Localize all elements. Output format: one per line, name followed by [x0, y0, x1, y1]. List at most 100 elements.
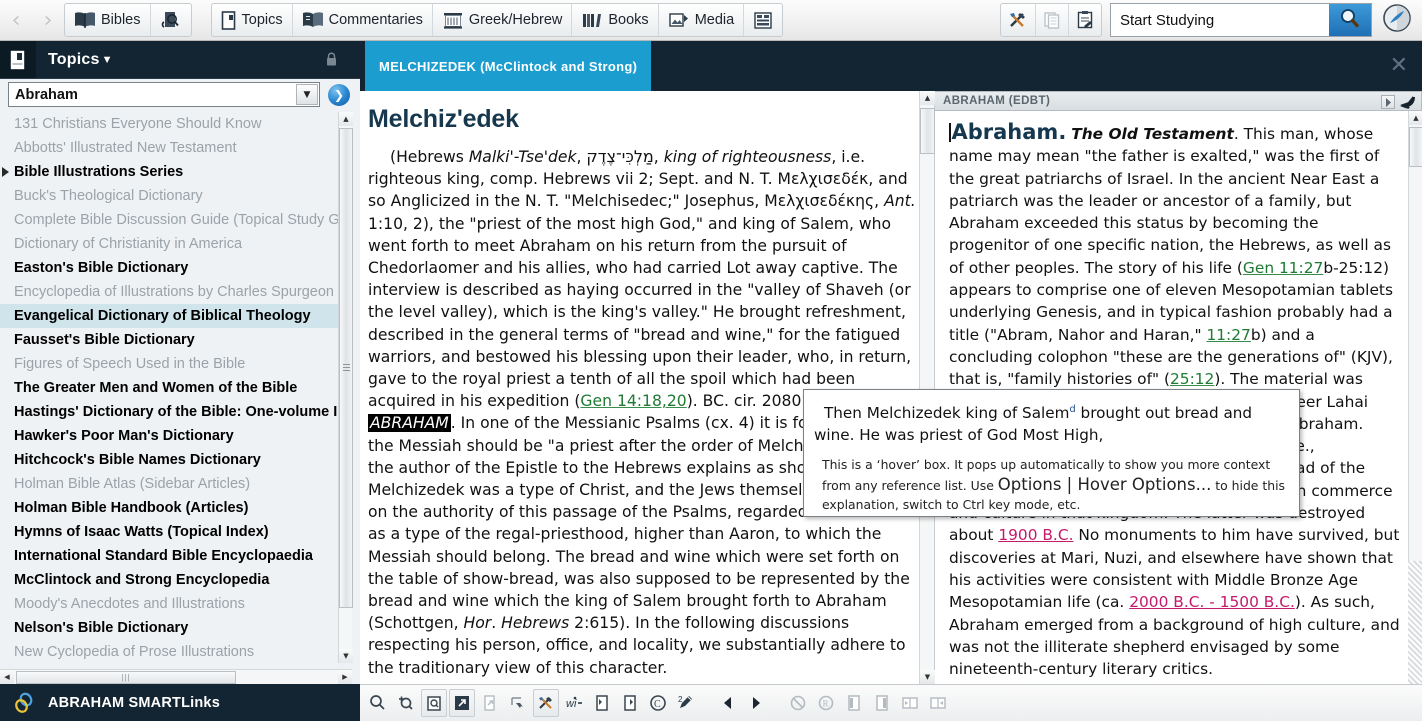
go-arrow-icon[interactable]: ❯ — [328, 83, 350, 106]
scripture-link-25-12[interactable]: 25:12 — [1170, 370, 1214, 388]
copyright-icon[interactable]: C — [645, 689, 671, 717]
article-vertical-scrollbar[interactable]: ▲ ▼ — [919, 91, 935, 684]
topic-list-item[interactable]: Holman Bible Handbook (Articles) — [0, 496, 338, 520]
topic-list-item[interactable]: 131 Christians Everyone Should Know — [0, 112, 338, 136]
topic-list-item[interactable]: Hawker's Poor Man's Dictionary — [0, 424, 338, 448]
date-link-2000-1500bc[interactable]: 2000 B.C. - 1500 B.C. — [1129, 593, 1295, 611]
topic-list-item-label: Buck's Theological Dictionary — [14, 188, 203, 204]
topic-list-item-label: Evangelical Dictionary of Biblical Theol… — [14, 308, 311, 324]
topic-list-item[interactable]: New Cyclopedia of Prose Illustrations — [0, 640, 338, 663]
scroll-up-icon[interactable]: ▲ — [339, 112, 353, 126]
svg-text:2: 2 — [678, 695, 683, 704]
book-right-icon[interactable] — [617, 689, 643, 717]
topic-list-item[interactable]: Moody's Anecdotes and Illustrations — [0, 592, 338, 616]
expand-triangle-icon[interactable] — [2, 167, 9, 177]
art-i5: Hor — [463, 614, 492, 633]
topic-list-item[interactable]: Hitchcock's Bible Names Dictionary — [0, 448, 338, 472]
pointer-tree-icon[interactable] — [505, 689, 531, 717]
search-button[interactable] — [1329, 4, 1371, 36]
search-input[interactable] — [1111, 4, 1329, 36]
clipboard-note-button[interactable] — [1069, 4, 1101, 36]
toolbar-item-library[interactable] — [744, 4, 782, 36]
scripture-link-gen-14[interactable]: Gen 14:18,20 — [580, 392, 686, 410]
topics-book-icon — [0, 41, 36, 78]
topic-list-item[interactable]: Encyclopedia of Illustrations by Charles… — [0, 280, 338, 304]
toolbar-item-commentaries[interactable]: Commentaries — [293, 4, 433, 36]
prev-arrow-icon[interactable] — [715, 689, 741, 717]
reference-vertical-scrollbar[interactable]: ▲ — [1408, 111, 1422, 684]
sidebar-horizontal-scrollbar[interactable]: ◀ ||| ▶ — [0, 669, 352, 684]
topic-list-item[interactable]: Abbotts' Illustrated New Testament — [0, 136, 338, 160]
lookup-box-icon[interactable] — [421, 689, 447, 717]
tools-button[interactable] — [1001, 4, 1036, 36]
topic-combo[interactable]: Abraham ▼ — [8, 82, 320, 107]
sidebar-hscroll-thumb[interactable]: ||| — [16, 670, 236, 684]
open-window-icon[interactable] — [477, 689, 503, 717]
add-search-icon[interactable] — [393, 689, 419, 717]
highlight-pen-icon[interactable]: 2 — [673, 689, 699, 717]
toolbar-item-media[interactable]: Media — [659, 4, 745, 36]
tab-melchizedek[interactable]: MELCHIZEDEK (McClintock and Strong) — [365, 41, 652, 91]
topic-list-item-label: Hymns of Isaac Watts (Topical Index) — [14, 524, 269, 540]
topic-list-item[interactable]: Complete Bible Discussion Guide (Topical… — [0, 208, 338, 232]
scroll-down-icon[interactable]: ▼ — [339, 649, 353, 663]
topic-list-item[interactable]: Nelson's Bible Dictionary — [0, 616, 338, 640]
toolbar-item-bibles[interactable]: Bibles — [65, 4, 151, 36]
topic-list-item-label: Holman Bible Handbook (Articles) — [14, 500, 249, 516]
sidebar-vertical-scrollbar[interactable]: ▲ ▼ — [338, 112, 353, 663]
tools-hammer-icon[interactable] — [533, 689, 559, 717]
date-link-1900bc[interactable]: 1900 B.C. — [998, 526, 1073, 544]
scroll-down-icon[interactable]: ▼ — [920, 670, 935, 684]
copy-pages-button[interactable] — [1036, 4, 1069, 36]
topic-list-item-label: Figures of Speech Used in the Bible — [14, 356, 246, 372]
topic-list-item[interactable]: Easton's Bible Dictionary — [0, 256, 338, 280]
topic-list-item[interactable]: McClintock and Strong Encyclopedia — [0, 568, 338, 592]
scroll-right-icon[interactable]: ▶ — [338, 670, 352, 684]
article-scroll-thumb[interactable] — [920, 108, 935, 154]
strongs-number-icon[interactable]: wi — [561, 689, 587, 717]
sidebar-scroll-thumb[interactable] — [339, 128, 353, 608]
topic-list-item[interactable]: Buck's Theological Dictionary — [0, 184, 338, 208]
search-icon[interactable] — [365, 689, 391, 717]
scroll-icon — [442, 11, 464, 30]
scripture-link-gen-11-27[interactable]: Gen 11:27 — [1243, 259, 1323, 277]
forward-button[interactable]: › — [32, 3, 64, 37]
expand-arrow-icon[interactable] — [449, 689, 475, 717]
scroll-up-icon[interactable]: ▲ — [1409, 111, 1422, 125]
clipboard-note-icon — [1075, 10, 1095, 30]
selected-term-abraham[interactable]: ABRAHAM — [368, 414, 451, 433]
chevron-down-icon[interactable]: ▼ — [102, 54, 113, 66]
topic-list-item[interactable]: Fausset's Bible Dictionary — [0, 328, 338, 352]
scroll-left-icon[interactable]: ◀ — [0, 670, 14, 684]
topic-list-item[interactable]: Hymns of Isaac Watts (Topical Index) — [0, 520, 338, 544]
reference-pane: ABRAHAM (EDBT) Abraham. The Old Testamen… — [935, 91, 1422, 684]
topic-list-item[interactable]: Evangelical Dictionary of Biblical Theol… — [0, 304, 338, 328]
reference-scroll-thumb[interactable] — [1409, 127, 1422, 167]
scroll-up-icon[interactable]: ▲ — [920, 91, 935, 105]
chevron-down-icon[interactable]: ▼ — [296, 84, 318, 105]
scripture-link-11-27[interactable]: 11:27 — [1206, 326, 1250, 344]
topic-list-item[interactable]: Bible Illustrations Series — [0, 160, 338, 184]
topic-list-item[interactable]: The Greater Men and Women of the Bible — [0, 376, 338, 400]
toolbar-item-greek-hebrew[interactable]: Greek/Hebrew — [433, 4, 573, 36]
toolbar-item-topics[interactable]: Topics — [212, 4, 293, 36]
topic-list-item[interactable]: Dictionary of Christianity in America — [0, 232, 338, 256]
toolbar-item-book-search[interactable] — [151, 4, 191, 36]
status-bar: ABRAHAM SMARTLinks — [0, 684, 360, 721]
profile-button[interactable] — [1382, 3, 1412, 38]
art-t7: 1:10, 2), the "priest of the most high G… — [368, 214, 912, 411]
topic-list-item[interactable]: Figures of Speech Used in the Bible — [0, 352, 338, 376]
play-arrow-icon[interactable] — [1381, 95, 1395, 109]
smartlinks-chain-icon — [12, 691, 36, 715]
topic-list-item[interactable]: International Standard Bible Encyclopaed… — [0, 544, 338, 568]
close-icon[interactable]: ✕ — [1390, 55, 1408, 77]
topic-list[interactable]: 131 Christians Everyone Should Know Abbot… — [0, 112, 338, 663]
back-button[interactable]: ‹ — [0, 3, 32, 37]
lock-icon[interactable] — [325, 52, 338, 72]
toolbar-item-books[interactable]: Books — [572, 4, 659, 36]
topic-list-item[interactable]: Hastings' Dictionary of the Bible: One-v… — [0, 400, 338, 424]
copy-pages-icon — [1042, 10, 1062, 30]
book-left-icon[interactable] — [589, 689, 615, 717]
next-arrow-icon[interactable] — [743, 689, 769, 717]
topic-list-item[interactable]: Holman Bible Atlas (Sidebar Articles) — [0, 472, 338, 496]
